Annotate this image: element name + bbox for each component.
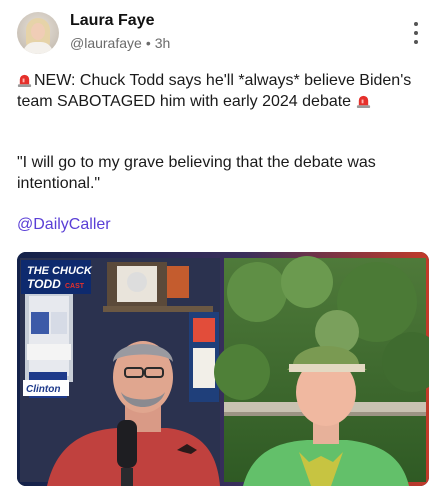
post-card: Laura Faye @laurafaye • 3h NEW: Chuck Todd… [0, 0, 446, 500]
video-thumbnail[interactable]: THE CHUCK TODD CAST Clinton [17, 252, 429, 486]
clinton-sign: Clinton [26, 384, 60, 395]
author-handle[interactable]: @laurafaye [70, 35, 142, 51]
show-logo-line2: TODD [27, 277, 61, 291]
right-video-panel [214, 256, 429, 486]
author-meta: @laurafaye • 3h [70, 35, 170, 51]
siren-icon [17, 74, 32, 87]
left-video-panel: THE CHUCK TODD CAST Clinton [20, 258, 220, 486]
separator-dot: • [145, 35, 151, 51]
show-logo-line3: CAST [65, 283, 85, 290]
post-time: 3h [154, 35, 171, 51]
post-quote: "I will go to my grave believing that th… [17, 154, 376, 192]
post-line1: NEW: Chuck Todd says he'll *always* beli… [17, 72, 412, 110]
siren-icon [356, 95, 370, 108]
more-options-icon[interactable] [408, 22, 424, 44]
author-name[interactable]: Laura Faye [70, 12, 154, 30]
post-text: NEW: Chuck Todd says he'll *always* beli… [17, 70, 429, 112]
show-logo-line1: THE CHUCK [27, 265, 93, 277]
avatar[interactable] [17, 12, 59, 54]
mention-link[interactable]: @DailyCaller [17, 216, 111, 234]
